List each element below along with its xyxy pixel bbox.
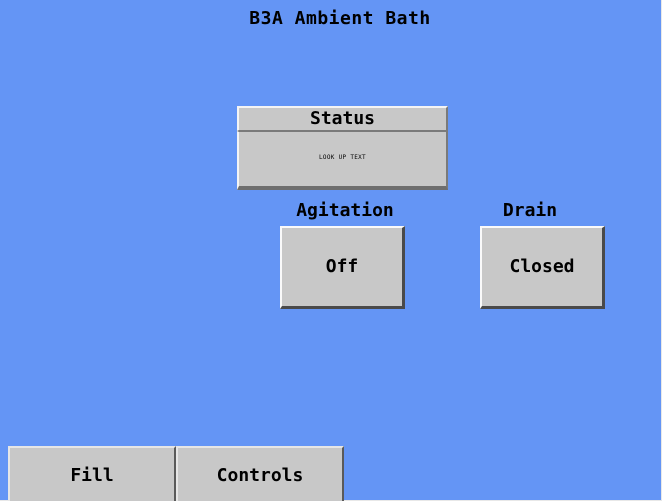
controls-screen-button[interactable]: Controls [176,446,344,501]
status-panel: Status LOOK UP TEXT [237,106,448,190]
status-header: Status [237,106,448,131]
screen-title: B3A Ambient Bath [249,8,431,29]
agitation-label: Agitation [296,200,394,221]
agitation-toggle-button[interactable]: Off [280,226,405,309]
drain-toggle-button[interactable]: Closed [480,226,605,309]
fill-screen-button[interactable]: Fill [8,446,176,501]
drain-label: Drain [502,200,558,221]
status-value-display: LOOK UP TEXT [237,131,448,190]
hmi-screen: B3A Ambient Bath Status LOOK UP TEXT Agi… [0,0,662,501]
